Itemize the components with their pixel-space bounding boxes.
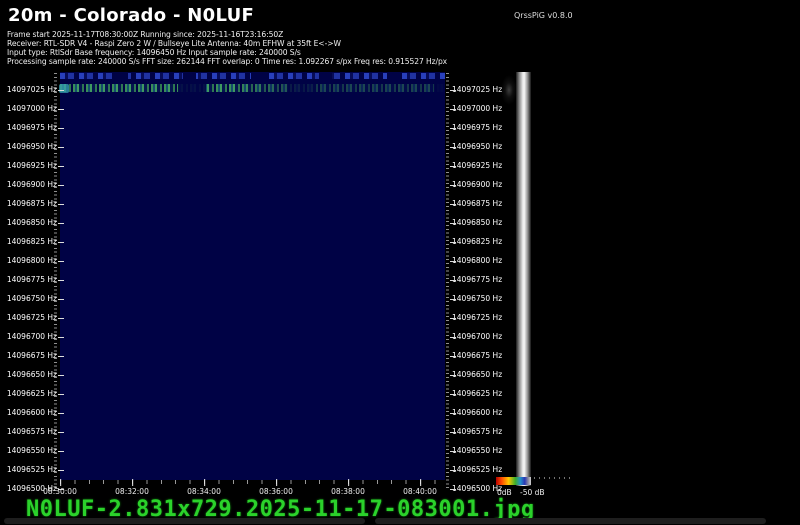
freq-label: 14096825 Hz bbox=[450, 237, 503, 246]
freq-label: 14096875 Hz bbox=[450, 199, 503, 208]
freq-label: 14096525 Hz bbox=[0, 465, 64, 475]
freq-label: 14096600 Hz bbox=[0, 408, 64, 418]
freq-label: 14096650 Hz bbox=[0, 370, 64, 380]
freq-label: 14096775 Hz bbox=[0, 275, 64, 285]
freq-label: 14096800 Hz bbox=[0, 256, 64, 266]
freq-label: 14096900 Hz bbox=[0, 180, 64, 190]
freq-label: 14096625 Hz bbox=[450, 389, 503, 398]
freq-label: 14096925 Hz bbox=[0, 161, 64, 171]
db-zero-label: 0dB bbox=[497, 488, 512, 497]
freq-label: 14096725 Hz bbox=[0, 313, 64, 323]
freq-label: 14096800 Hz bbox=[450, 256, 503, 265]
freq-label: 14096700 Hz bbox=[450, 332, 503, 341]
freq-label: 14096850 Hz bbox=[450, 218, 503, 227]
freq-label: 14096850 Hz bbox=[0, 218, 64, 228]
freq-label: 14096750 Hz bbox=[450, 294, 503, 303]
freq-label: 14096575 Hz bbox=[0, 427, 64, 437]
signal-trace-green-row bbox=[60, 84, 445, 92]
freq-label: 14096675 Hz bbox=[450, 351, 503, 360]
freq-label: 14096550 Hz bbox=[450, 446, 503, 455]
freq-label: 14097000 Hz bbox=[0, 104, 64, 114]
freq-label: 14096700 Hz bbox=[0, 332, 64, 342]
freq-label: 14096725 Hz bbox=[450, 313, 503, 322]
qrsspig-grabber-screen: 20m - Colorado - N0LUF QrssPiG v0.8.0 Fr… bbox=[0, 0, 800, 525]
page-title: 20m - Colorado - N0LUF bbox=[8, 5, 255, 26]
freq-label: 14096825 Hz bbox=[0, 237, 64, 247]
info-line-processing: Processing sample rate: 240000 S/s FFT s… bbox=[7, 57, 448, 66]
app-version-label: QrssPiG v0.8.0 bbox=[514, 11, 573, 20]
signal-trace-start-blob bbox=[59, 84, 69, 93]
freq-label: 14096575 Hz bbox=[450, 427, 503, 436]
freq-label: 14096950 Hz bbox=[450, 142, 503, 151]
level-bar-glow bbox=[501, 75, 517, 105]
freq-minor-ticks-right bbox=[446, 73, 449, 491]
freq-label: 14096900 Hz bbox=[450, 180, 503, 189]
freq-label: 14096625 Hz bbox=[0, 389, 64, 399]
freq-label: 14096675 Hz bbox=[0, 351, 64, 361]
scrollbar-segment-right[interactable] bbox=[375, 518, 766, 524]
time-label: 08:40:00 bbox=[403, 479, 437, 496]
signal-level-bar bbox=[516, 72, 531, 486]
freq-label: 14096975 Hz bbox=[0, 123, 64, 133]
freq-label: 14097025 Hz bbox=[0, 85, 64, 95]
freq-label: 14096925 Hz bbox=[450, 161, 503, 170]
time-label: 08:32:00 bbox=[115, 479, 149, 496]
freq-label: 14096525 Hz bbox=[450, 465, 503, 474]
info-line-receiver: Receiver: RTL-SDR V4 - Raspi Zero 2 W / … bbox=[7, 39, 341, 48]
time-label: 08:30:00 bbox=[43, 479, 77, 496]
info-line-input: Input type: RtlSdr Base frequency: 14096… bbox=[7, 48, 301, 57]
time-label: 08:38:00 bbox=[331, 479, 365, 496]
signal-trace-blue-row bbox=[60, 73, 445, 79]
info-line-frame-start: Frame start 2025-11-17T08:30:00Z Running… bbox=[7, 30, 284, 39]
db-minus50-label: -50 dB bbox=[520, 488, 545, 497]
freq-label: 14096650 Hz bbox=[450, 370, 503, 379]
freq-label: 14096775 Hz bbox=[450, 275, 503, 284]
time-label: 08:36:00 bbox=[259, 479, 293, 496]
freq-label: 14096600 Hz bbox=[450, 408, 503, 417]
db-scale-ticks bbox=[534, 477, 574, 479]
freq-label: 14097000 Hz bbox=[450, 104, 503, 113]
waterfall-spectrogram bbox=[60, 72, 445, 480]
freq-label: 14096750 Hz bbox=[0, 294, 64, 304]
time-axis-ticks bbox=[60, 480, 446, 484]
freq-label: 14096950 Hz bbox=[0, 142, 64, 152]
db-colormap-bar bbox=[496, 477, 531, 485]
freq-label: 14096550 Hz bbox=[0, 446, 64, 456]
freq-label: 14096875 Hz bbox=[0, 199, 64, 209]
time-label: 08:34:00 bbox=[187, 479, 221, 496]
scrollbar-segment-left[interactable] bbox=[4, 518, 365, 524]
freq-label: 14096975 Hz bbox=[450, 123, 503, 132]
